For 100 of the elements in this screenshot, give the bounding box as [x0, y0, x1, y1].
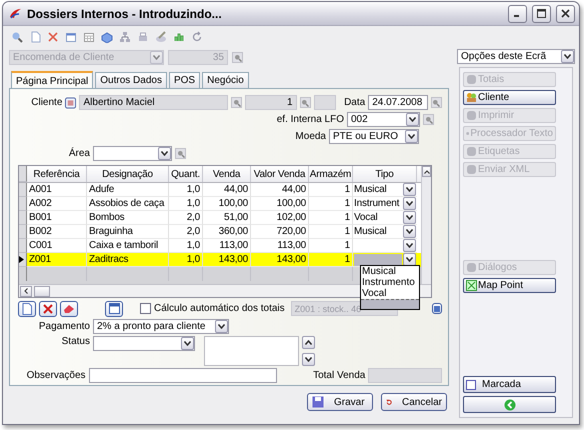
field-label: Observações — [26, 370, 86, 381]
column-header[interactable]: Venda — [203, 166, 251, 182]
refresh-icon[interactable] — [191, 30, 203, 42]
dropdown-button[interactable] — [403, 239, 416, 252]
scroll-thumb[interactable] — [34, 286, 50, 296]
tab[interactable]: POS — [168, 72, 200, 88]
dropdown-option[interactable]: Musical — [361, 266, 419, 277]
lookup-button[interactable] — [430, 97, 442, 108]
action-button[interactable]: Cliente — [463, 90, 556, 105]
minimize-button[interactable] — [508, 4, 527, 22]
column-header[interactable]: Valor Venda — [251, 166, 309, 182]
column-header[interactable]: Tipo — [353, 166, 417, 182]
tab[interactable]: Outros Dados — [95, 72, 167, 88]
table-cell: 1,0 — [169, 253, 203, 267]
maximize-button[interactable] — [532, 4, 551, 22]
search-icon — [234, 54, 242, 62]
maximize-icon — [537, 9, 546, 18]
input-field[interactable] — [314, 95, 336, 110]
close-button[interactable] — [556, 4, 575, 22]
notes-field[interactable] — [88, 368, 277, 383]
save-button[interactable]: Gravar — [307, 393, 373, 411]
printer-icon[interactable] — [137, 30, 149, 42]
network-icon[interactable] — [119, 30, 131, 42]
caret-icon — [406, 201, 413, 206]
search-icon[interactable] — [11, 30, 23, 42]
dropdown-option[interactable]: Vocal — [361, 288, 419, 299]
blank-icon — [466, 110, 477, 121]
vertical-scrollbar[interactable] — [421, 166, 431, 284]
row-pointer-icon — [19, 256, 24, 263]
table-cell: 1 — [309, 253, 353, 267]
tab[interactable]: Negócio — [202, 72, 249, 88]
highlighted-option[interactable] — [361, 299, 419, 309]
caret-icon — [409, 117, 416, 122]
lookup-button[interactable] — [232, 52, 243, 63]
options-select[interactable]: Opções deste Ecrã — [457, 49, 575, 64]
app-logo-icon — [9, 8, 22, 19]
eraser-button[interactable] — [60, 300, 78, 316]
table-row[interactable]: B001 Bombos 2,0 51,00 102,00 1 Vocal — [19, 211, 421, 225]
dropdown-button[interactable] — [403, 183, 416, 196]
table-cell-text: Musical — [354, 184, 388, 196]
lookup-button[interactable] — [423, 114, 434, 125]
checkbox-icon — [466, 380, 476, 390]
caret-icon — [305, 357, 312, 362]
back-button[interactable] — [463, 396, 556, 413]
new-row-button[interactable] — [18, 300, 36, 316]
client-number-field[interactable]: 1 — [245, 95, 297, 110]
lookup-button[interactable] — [231, 97, 242, 108]
dropdown-button[interactable] — [403, 253, 416, 266]
grid-icon — [434, 306, 440, 312]
client-name-field[interactable]: Albertino Maciel — [79, 95, 228, 110]
table-cell: 143,00 — [203, 253, 251, 267]
action-button[interactable]: Map Point — [463, 278, 556, 293]
window-icon[interactable] — [65, 30, 77, 42]
search-icon — [424, 116, 432, 124]
payment-select[interactable]: 2% a pronto para cliente — [93, 319, 229, 334]
field-label: Cliente — [30, 97, 62, 108]
table-row[interactable]: C001 Caixa e tamboril 1,0 113,00 113,00 1 — [19, 239, 421, 253]
column-header[interactable]: Quant. — [169, 166, 203, 182]
area-select[interactable] — [93, 146, 172, 161]
delete-icon — [43, 304, 53, 314]
grid-options-button[interactable] — [432, 303, 442, 314]
dropdown-button[interactable] — [403, 211, 416, 224]
cancel-button[interactable]: Cancelar — [381, 393, 447, 411]
date-field[interactable]: 24.07.2008 — [368, 95, 428, 110]
tab[interactable]: Página Principal — [11, 71, 94, 89]
caret-icon — [406, 243, 413, 248]
field-label: Moeda — [295, 131, 326, 142]
currency-select[interactable]: PTE ou EURO — [329, 129, 419, 144]
table-cell: Z001 — [27, 253, 87, 267]
dropdown-button[interactable] — [403, 225, 416, 238]
scroll-down-button[interactable] — [302, 353, 315, 366]
calendar-icon[interactable] — [83, 30, 95, 42]
lookup-button[interactable] — [175, 148, 186, 159]
dropdown-button[interactable] — [403, 197, 416, 210]
column-header[interactable]: Designação — [87, 166, 169, 182]
table-row[interactable]: A001 Adufe 1,0 44,00 44,00 1 Musical — [19, 183, 421, 197]
marked-toggle-button[interactable]: Marcada — [463, 376, 556, 393]
contact-card-icon[interactable] — [65, 96, 76, 108]
properties-button[interactable] — [105, 300, 123, 316]
delete-row-button[interactable] — [39, 300, 57, 316]
box-icon[interactable] — [101, 30, 113, 42]
checkbox[interactable] — [140, 303, 151, 314]
table-row[interactable]: Z001 Zaditracs 1,0 143,00 143,00 1 — [19, 253, 421, 267]
dropdown-option[interactable]: Instrumento — [361, 277, 419, 288]
table-row[interactable]: A002 Assobios de caça 1,0 100,00 100,00 1 Instrument — [19, 197, 421, 211]
reference-select[interactable]: 002 — [347, 112, 420, 127]
lookup-button[interactable] — [300, 97, 311, 108]
column-header[interactable]: Armazém — [309, 166, 353, 182]
chart-icon[interactable] — [173, 30, 185, 42]
status-select[interactable] — [93, 336, 195, 351]
column-header[interactable]: Referência — [27, 166, 87, 182]
search-icon — [432, 98, 440, 106]
close-icon[interactable] — [47, 30, 59, 42]
field-label: ef. Interna LFO — [276, 114, 344, 125]
table-row[interactable]: B002 Braguinha 2,0 360,00 720,00 1 Musical — [19, 225, 421, 239]
brush-icon[interactable] — [155, 30, 167, 42]
document-icon[interactable] — [29, 30, 41, 42]
input-field[interactable] — [354, 254, 402, 266]
row-header[interactable] — [19, 253, 27, 267]
scroll-up-button[interactable] — [302, 336, 315, 349]
